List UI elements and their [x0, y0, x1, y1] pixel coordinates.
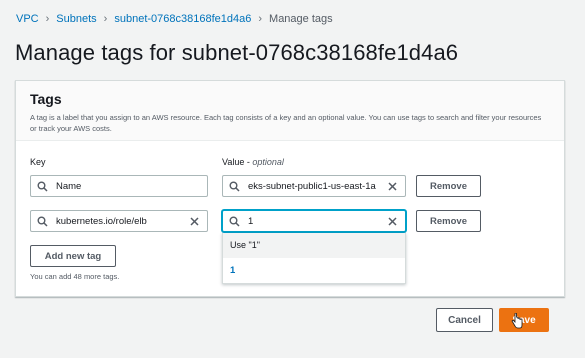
suggestion-use-entered[interactable]: Use "1"	[223, 233, 405, 258]
clear-icon[interactable]	[385, 216, 399, 226]
tag-key-input[interactable]: Name	[30, 175, 208, 197]
pointer-cursor-icon	[511, 312, 523, 329]
clear-icon[interactable]	[187, 216, 201, 226]
chevron-right-icon: ›	[103, 13, 108, 25]
value-suggestions-dropdown: Use "1" 1	[222, 233, 406, 284]
search-icon	[229, 181, 243, 192]
remove-tag-button[interactable]: Remove	[416, 175, 481, 197]
breadcrumb-current: Manage tags	[269, 13, 333, 25]
tag-value-text: 1	[248, 215, 254, 227]
search-icon	[37, 216, 51, 227]
tag-value-text: eks-subnet-public1-us-east-1a	[248, 180, 376, 192]
tags-panel-header: Tags A tag is a label that you assign to…	[16, 81, 564, 141]
search-icon	[229, 216, 243, 227]
optional-label: optional	[252, 157, 284, 167]
tags-panel-description: A tag is a label that you assign to an A…	[30, 113, 542, 133]
tag-value-input[interactable]: eks-subnet-public1-us-east-1a	[222, 175, 406, 197]
breadcrumb-subnet-id[interactable]: subnet-0768c38168fe1d4a6	[114, 13, 251, 25]
page-title: Manage tags for subnet-0768c38168fe1d4a6	[15, 40, 459, 65]
tags-panel: Tags A tag is a label that you assign to…	[15, 80, 565, 297]
tag-key-value: Name	[56, 180, 82, 192]
search-icon	[37, 181, 51, 192]
breadcrumb: VPC › Subnets › subnet-0768c38168fe1d4a6…	[16, 13, 333, 25]
chevron-right-icon: ›	[45, 13, 50, 25]
save-button[interactable]: Save	[499, 308, 549, 332]
tag-key-input[interactable]: kubernetes.io/role/elb	[30, 210, 208, 232]
tags-panel-title: Tags	[30, 91, 62, 107]
value-label-text: Value -	[222, 157, 253, 167]
breadcrumb-vpc[interactable]: VPC	[16, 13, 39, 25]
breadcrumb-subnets[interactable]: Subnets	[56, 13, 96, 25]
remaining-tags-hint: You can add 48 more tags.	[30, 272, 120, 281]
chevron-right-icon: ›	[258, 13, 263, 25]
remove-tag-button[interactable]: Remove	[416, 210, 481, 232]
clear-icon[interactable]	[385, 181, 399, 191]
cancel-button[interactable]: Cancel	[436, 308, 493, 332]
add-new-tag-button[interactable]: Add new tag	[30, 245, 116, 267]
suggestion-option[interactable]: 1	[223, 258, 405, 284]
value-column-label: Value - optional	[222, 157, 284, 167]
tag-key-value: kubernetes.io/role/elb	[56, 215, 147, 227]
tag-value-input[interactable]: 1	[222, 210, 406, 232]
key-column-label: Key	[30, 157, 46, 167]
